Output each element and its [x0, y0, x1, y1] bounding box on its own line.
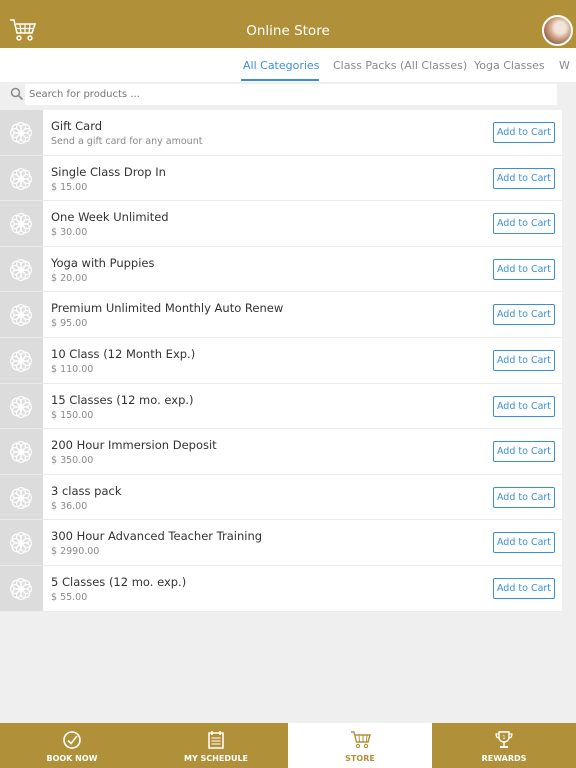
add-to-cart-button[interactable]: Add to Cart [493, 577, 555, 599]
product-name: Gift Card [51, 119, 103, 133]
nav-my-schedule[interactable]: MY SCHEDULE [144, 723, 288, 768]
svg-text:1: 1 [502, 735, 505, 741]
product-thumbnail [0, 429, 43, 474]
check-circle-icon [63, 731, 81, 749]
tab-all-categories[interactable]: All Categories [243, 59, 319, 72]
add-to-cart-button[interactable]: Add to Cart [493, 122, 555, 143]
nav-label: BOOK NOW [46, 754, 98, 763]
product-price: $ 350.00 [51, 455, 94, 467]
nav-store[interactable]: STORE [288, 723, 432, 768]
product-price: $ 110.00 [51, 363, 94, 375]
product-thumbnail [0, 520, 43, 565]
search-bar [0, 82, 576, 108]
nav-label: REWARDS [481, 754, 527, 763]
product-placeholder-icon [9, 304, 33, 327]
product-row[interactable]: 5 Classes (12 mo. exp.) $ 55.00 Add to Car… [0, 565, 562, 612]
product-name: Yoga with Puppies [51, 255, 155, 270]
product-placeholder-icon [9, 395, 33, 418]
product-name: One Week Unlimited [51, 210, 169, 225]
product-placeholder-icon [9, 167, 33, 190]
search-icon [10, 87, 24, 101]
product-name: 200 Hour Immersion Deposit [51, 438, 217, 453]
bottom-nav: BOOK NOW MY SCHEDULE STORE 1 REWARDS [0, 723, 576, 768]
add-to-cart-button[interactable]: Add to Cart [493, 532, 555, 554]
product-thumbnail [0, 565, 43, 611]
product-row[interactable]: Yoga with Puppies $ 20.00 Add to Cart [0, 246, 562, 293]
search-input[interactable] [25, 84, 557, 105]
product-thumbnail [0, 474, 43, 520]
add-to-cart-button[interactable]: Add to Cart [493, 304, 555, 326]
product-placeholder-icon [9, 577, 33, 601]
product-row[interactable]: Premium Unlimited Monthly Auto Renew $ 95… [0, 292, 562, 338]
app-header: Online Store [0, 0, 576, 48]
product-placeholder-icon [9, 121, 33, 145]
add-to-cart-button[interactable]: Add to Cart [493, 167, 555, 189]
product-name: Premium Unlimited Monthly Auto Renew [51, 301, 284, 316]
nav-book-now[interactable]: BOOK NOW [0, 723, 144, 768]
product-row[interactable]: 10 Class (12 Month Exp.) $ 110.00 Add to C… [0, 337, 562, 384]
product-thumbnail [0, 292, 43, 337]
add-to-cart-button[interactable]: Add to Cart [493, 486, 555, 508]
product-row[interactable]: 3 class pack $ 36.00 Add to Cart [0, 474, 562, 521]
product-name: 5 Classes (12 mo. exp.) [51, 574, 187, 589]
nav-label: MY SCHEDULE [183, 754, 249, 763]
product-row[interactable]: 200 Hour Immersion Deposit $ 350.00 Add to… [0, 429, 562, 475]
page-title: Online Store [246, 23, 330, 39]
product-row[interactable]: 300 Hour Advanced Teacher Training $ 2990… [0, 520, 562, 566]
tab-overflow[interactable]: W [559, 59, 570, 72]
active-tab-indicator [241, 79, 319, 81]
product-price: $ 2990.00 [51, 546, 100, 558]
add-to-cart-button[interactable]: Add to Cart [493, 395, 555, 417]
product-thumbnail [0, 246, 43, 292]
tab-yoga-classes[interactable]: Yoga Classes [474, 59, 545, 72]
product-price: $ 55.00 [51, 591, 88, 603]
product-price: $ 30.00 [51, 227, 88, 239]
product-placeholder-icon [9, 441, 33, 464]
product-price: $ 20.00 [51, 272, 88, 284]
product-name: 10 Class (12 Month Exp.) [51, 346, 196, 361]
calendar-icon [208, 731, 224, 749]
user-avatar[interactable] [542, 15, 573, 46]
product-placeholder-icon [9, 349, 33, 373]
add-to-cart-button[interactable]: Add to Cart [493, 258, 555, 280]
tab-class-packs[interactable]: Class Packs (All Classes) [333, 59, 467, 72]
product-price: Send a gift card for any amount [51, 136, 203, 147]
product-price: $ 15.00 [51, 181, 88, 193]
product-placeholder-icon [9, 532, 33, 555]
product-list: Gift Card Send a gift card for any amount… [0, 110, 562, 612]
product-thumbnail [0, 201, 43, 246]
product-thumbnail [0, 337, 43, 383]
category-tabs: All Categories Class Packs (All Classes)… [0, 48, 576, 82]
product-placeholder-icon [9, 258, 33, 281]
product-name: Single Class Drop In [51, 164, 166, 179]
product-thumbnail [0, 383, 43, 429]
product-row[interactable]: Single Class Drop In $ 15.00 Add to Cart [0, 155, 562, 202]
product-row[interactable]: 15 Classes (12 mo. exp.) $ 150.00 Add to C… [0, 383, 562, 430]
add-to-cart-button[interactable]: Add to Cart [493, 213, 555, 235]
product-price: $ 95.00 [51, 318, 88, 330]
product-placeholder-icon [9, 486, 33, 509]
product-name: 300 Hour Advanced Teacher Training [51, 529, 263, 544]
nav-label: STORE [345, 754, 375, 763]
shopping-cart-icon [351, 731, 371, 749]
trophy-icon: 1 [495, 731, 513, 748]
product-name: 3 class pack [51, 483, 122, 498]
product-thumbnail [0, 155, 43, 201]
product-price: $ 150.00 [51, 409, 94, 421]
product-price: $ 36.00 [51, 500, 88, 512]
add-to-cart-button[interactable]: Add to Cart [493, 441, 555, 463]
product-row[interactable]: One Week Unlimited $ 30.00 Add to Cart [0, 201, 562, 247]
product-placeholder-icon [9, 213, 33, 236]
product-thumbnail [0, 110, 43, 155]
product-name: 15 Classes (12 mo. exp.) [51, 392, 194, 407]
nav-rewards[interactable]: 1 REWARDS [432, 723, 576, 768]
add-to-cart-button[interactable]: Add to Cart [493, 349, 555, 371]
product-row[interactable]: Gift Card Send a gift card for any amount… [0, 110, 562, 156]
